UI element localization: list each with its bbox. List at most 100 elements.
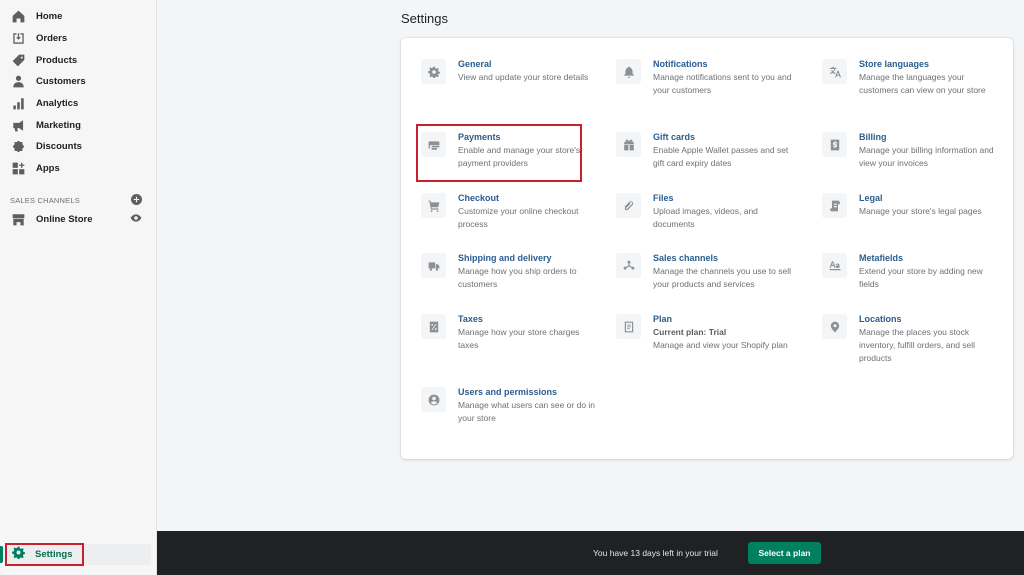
sidebar-item-orders[interactable]: Orders xyxy=(0,28,156,50)
setting-description: Enable and manage your store's payment p… xyxy=(458,145,581,168)
setting-text: Store languages Manage the languages your… xyxy=(859,58,999,97)
setting-description: Customize your online checkout process xyxy=(458,206,579,229)
setting-text: Sales channels Manage the channels you us… xyxy=(653,252,793,291)
metafields-icon xyxy=(822,253,847,278)
sidebar-item-label: Marketing xyxy=(36,119,81,131)
setting-notifications[interactable]: Notifications Manage notifications sent t… xyxy=(616,58,793,97)
setting-description: Extend your store by adding new fields xyxy=(859,266,983,289)
setting-title[interactable]: Gift cards xyxy=(653,131,793,144)
setting-title[interactable]: Payments xyxy=(458,131,598,144)
select-plan-button[interactable]: Select a plan xyxy=(748,542,821,564)
eye-icon[interactable] xyxy=(130,212,142,227)
setting-text: Legal Manage your store's legal pages xyxy=(859,192,999,218)
sidebar-item-label: Orders xyxy=(36,33,68,45)
setting-general[interactable]: General View and update your store detail… xyxy=(421,58,598,84)
home-icon xyxy=(11,9,26,24)
setting-title[interactable]: Metafields xyxy=(859,252,999,265)
setting-title[interactable]: Files xyxy=(653,192,793,205)
sidebar-item-label: Discounts xyxy=(36,141,82,153)
dollar-bill-icon xyxy=(822,132,847,157)
sidebar-item-label: Analytics xyxy=(36,98,79,110)
setting-description: Manage notifications sent to you and you… xyxy=(653,72,792,95)
setting-text: Checkout Customize your online checkout p… xyxy=(458,192,598,231)
sidebar-item-analytics[interactable]: Analytics xyxy=(0,93,156,115)
gear-icon xyxy=(421,59,446,84)
sidebar-item-products[interactable]: Products xyxy=(0,49,156,71)
setting-text: Locations Manage the places you stock inv… xyxy=(859,313,999,365)
document-icon xyxy=(822,193,847,218)
discount-icon xyxy=(11,139,26,154)
sidebar-item-home[interactable]: Home xyxy=(0,6,156,28)
setting-title[interactable]: Locations xyxy=(859,313,999,326)
sidebar-item-discounts[interactable]: Discounts xyxy=(0,136,156,158)
setting-title[interactable]: Users and permissions xyxy=(458,386,598,399)
sidebar-item-customers[interactable]: Customers xyxy=(0,71,156,93)
setting-shipping-and-delivery[interactable]: Shipping and delivery Manage how you ship… xyxy=(421,252,598,291)
setting-description: Manage the languages your customers can … xyxy=(859,72,986,95)
setting-text: Plan Current plan: Trial Manage and view y… xyxy=(653,313,793,352)
setting-title[interactable]: Plan xyxy=(653,313,793,326)
tag-icon xyxy=(11,53,26,68)
main-nav: Home Orders Products Customers Analytics… xyxy=(0,0,156,180)
sales-channels-header: SALES CHANNELS xyxy=(0,193,156,209)
orders-icon xyxy=(11,31,26,46)
person-icon xyxy=(11,74,26,89)
setting-plan[interactable]: Plan Current plan: Trial Manage and view y… xyxy=(616,313,793,352)
gift-icon xyxy=(616,132,641,157)
setting-sales-channels[interactable]: Sales channels Manage the channels you us… xyxy=(616,252,793,291)
setting-gift-cards[interactable]: Gift cards Enable Apple Wallet passes and… xyxy=(616,131,793,170)
channels-icon xyxy=(616,253,641,278)
setting-title[interactable]: Legal xyxy=(859,192,999,205)
setting-title[interactable]: Billing xyxy=(859,131,999,144)
sidebar-item-label: Products xyxy=(36,54,78,66)
setting-text: Taxes Manage how your store charges taxes xyxy=(458,313,598,352)
sidebar-item-label: Online Store xyxy=(36,214,93,225)
page-title: Settings xyxy=(401,11,448,26)
cart-icon xyxy=(421,193,446,218)
settings-card: General View and update your store detail… xyxy=(401,38,1013,459)
setting-title[interactable]: General xyxy=(458,58,598,71)
setting-description: Manage your store's legal pages xyxy=(859,206,982,216)
sidebar-item-label: Home xyxy=(36,11,63,23)
setting-metafields[interactable]: Metafields Extend your store by adding ne… xyxy=(822,252,999,291)
setting-users-and-permissions[interactable]: Users and permissions Manage what users c… xyxy=(421,386,598,425)
setting-title[interactable]: Sales channels xyxy=(653,252,793,265)
setting-text: Files Upload images, videos, and document… xyxy=(653,192,793,231)
sidebar-item-label: Apps xyxy=(36,163,60,175)
sidebar-item-apps[interactable]: Apps xyxy=(0,158,156,180)
setting-description: Manage how you ship orders to customers xyxy=(458,266,577,289)
active-indicator xyxy=(0,546,3,563)
paperclip-icon xyxy=(616,193,641,218)
bar-chart-icon xyxy=(11,96,26,111)
setting-legal[interactable]: Legal Manage your store's legal pages xyxy=(822,192,999,218)
setting-store-languages[interactable]: Store languages Manage the languages your… xyxy=(822,58,999,97)
setting-description: Upload images, videos, and documents xyxy=(653,206,758,229)
setting-title[interactable]: Shipping and delivery xyxy=(458,252,598,265)
store-icon xyxy=(11,212,26,227)
setting-checkout[interactable]: Checkout Customize your online checkout p… xyxy=(421,192,598,231)
setting-title[interactable]: Taxes xyxy=(458,313,598,326)
setting-description: View and update your store details xyxy=(458,72,589,82)
credit-card-icon xyxy=(421,132,446,157)
apps-icon xyxy=(11,161,26,176)
setting-title[interactable]: Store languages xyxy=(859,58,999,71)
translate-icon xyxy=(822,59,847,84)
setting-title[interactable]: Checkout xyxy=(458,192,598,205)
plus-circle-icon[interactable] xyxy=(131,194,142,207)
setting-payments[interactable]: Payments Enable and manage your store's p… xyxy=(421,131,598,170)
setting-description: Manage what users can see or do in your … xyxy=(458,400,596,423)
setting-locations[interactable]: Locations Manage the places you stock inv… xyxy=(822,313,999,365)
settings-grid: General View and update your store detail… xyxy=(401,38,1013,459)
setting-subtitle: Current plan: Trial xyxy=(653,327,727,337)
setting-title[interactable]: Notifications xyxy=(653,58,793,71)
plan-icon xyxy=(616,314,641,339)
user-circle-icon xyxy=(421,387,446,412)
sidebar-item-online-store[interactable]: Online Store xyxy=(0,209,156,231)
setting-files[interactable]: Files Upload images, videos, and document… xyxy=(616,192,793,231)
sidebar-item-marketing[interactable]: Marketing xyxy=(0,114,156,136)
setting-description: Enable Apple Wallet passes and set gift … xyxy=(653,145,789,168)
setting-billing[interactable]: Billing Manage your billing information a… xyxy=(822,131,999,170)
setting-text: Users and permissions Manage what users c… xyxy=(458,386,598,425)
setting-taxes[interactable]: Taxes Manage how your store charges taxes xyxy=(421,313,598,352)
setting-text: Payments Enable and manage your store's p… xyxy=(458,131,598,170)
